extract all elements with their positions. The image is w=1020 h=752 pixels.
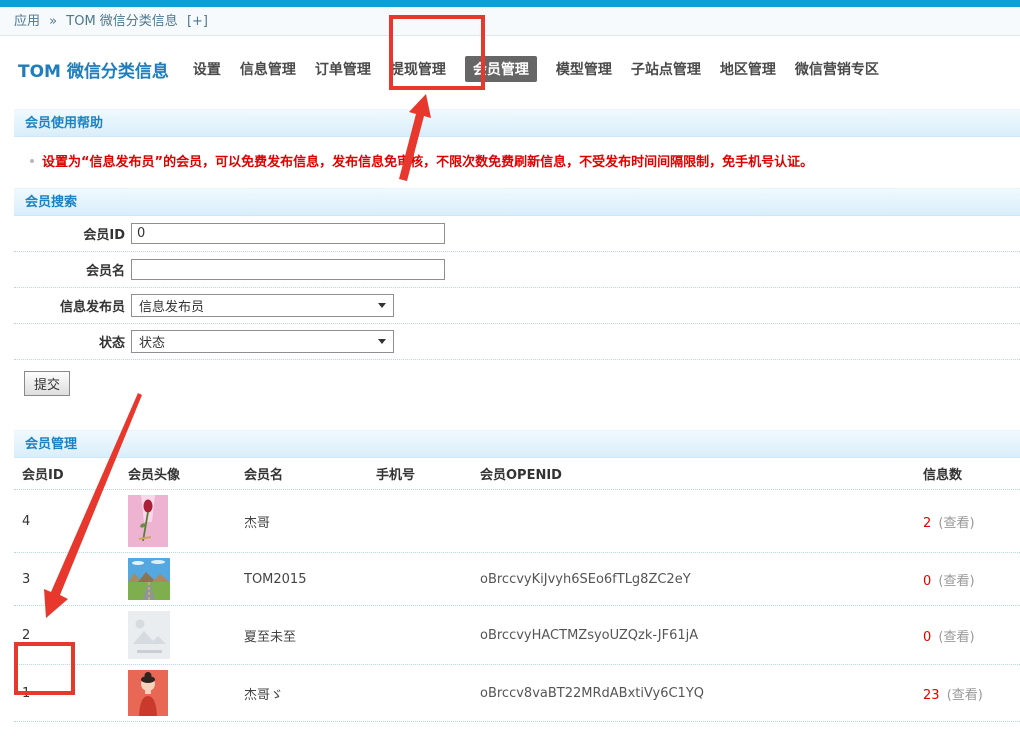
main-nav: TOM 微信分类信息 设置 信息管理 订单管理 提现管理 会员管理 模型管理 子… <box>0 36 1020 100</box>
info-count-link[interactable]: 2 <box>923 516 931 531</box>
status-label: 状态 <box>14 332 125 351</box>
tab-order-management[interactable]: 订单管理 <box>315 59 371 79</box>
col-openid: 会员OPENID <box>472 464 915 483</box>
openid-cell: oBrccvyHACTMZsyoUZQzk-JF61jA <box>472 628 915 643</box>
info-count-cell: 0 (查看) <box>915 570 1020 589</box>
table-row: 1 杰哥ゞ oBrccv8vaBT22MRdABxtiVy6C1YQ 23 (查… <box>14 665 1020 722</box>
tab-region-management[interactable]: 地区管理 <box>720 59 776 79</box>
avatar-road-landscape-image <box>128 558 170 600</box>
member-id-label: 会员ID <box>14 224 125 243</box>
app-title: TOM 微信分类信息 <box>18 57 169 82</box>
help-tip-text: 设置为“信息发布员”的会员，可以免费发布信息，发布信息免审核，不限次数免费刷新信… <box>42 151 813 170</box>
view-link[interactable]: (查看) <box>938 516 974 531</box>
publisher-select[interactable]: 信息发布员 <box>131 294 394 317</box>
avatar-rose-on-pink-image <box>128 495 168 547</box>
avatar-cartoon-red-image <box>128 670 168 716</box>
member-name-input[interactable] <box>131 259 445 280</box>
breadcrumb-separator: » <box>49 14 57 29</box>
help-body: 设置为“信息发布员”的会员，可以免费发布信息，发布信息免审核，不限次数免费刷新信… <box>14 137 1020 183</box>
avatar <box>120 553 236 605</box>
avatar <box>120 606 236 664</box>
member-management-section: 会员管理 会员ID 会员头像 会员名 手机号 会员OPENID 信息数 4 杰哥… <box>14 430 1020 722</box>
status-select-value: 状态 <box>139 332 165 351</box>
tab-model-management[interactable]: 模型管理 <box>556 59 612 79</box>
member-id-cell: 3 <box>14 572 120 587</box>
breadcrumb: 应用 » TOM 微信分类信息 [+] <box>0 7 1020 36</box>
member-name-cell: 夏至未至 <box>236 626 368 645</box>
view-link[interactable]: (查看) <box>947 688 983 703</box>
col-member-id: 会员ID <box>14 464 120 483</box>
tab-info-management[interactable]: 信息管理 <box>240 59 296 79</box>
table-row: 3 TOM2015 oBrccvyKiJvyh6SEo6fTLg8ZC2eY 0… <box>14 553 1020 606</box>
members-section-title: 会员管理 <box>14 430 1020 458</box>
breadcrumb-expand-link[interactable]: [+] <box>187 14 208 29</box>
top-accent-bar <box>0 0 1020 7</box>
col-member-name: 会员名 <box>236 464 368 483</box>
status-select[interactable]: 状态 <box>131 330 394 353</box>
breadcrumb-app-link[interactable]: 应用 <box>14 14 40 29</box>
member-name-cell: 杰哥ゞ <box>236 684 368 703</box>
member-id-cell: 4 <box>14 514 120 529</box>
info-count-cell: 0 (查看) <box>915 626 1020 645</box>
member-name-cell: 杰哥 <box>236 512 368 531</box>
info-count-cell: 23 (查看) <box>915 684 1020 703</box>
member-search-section: 会员搜索 会员ID 会员名 信息发布员 信息发布员 状态 状态 提交 <box>14 188 1020 409</box>
tab-withdraw-management[interactable]: 提现管理 <box>390 59 446 79</box>
member-id-cell: 1 <box>14 686 120 701</box>
tab-settings[interactable]: 设置 <box>193 59 221 79</box>
search-section-title: 会员搜索 <box>14 188 1020 216</box>
openid-cell: oBrccvyKiJvyh6SEo6fTLg8ZC2eY <box>472 572 915 587</box>
avatar-image-placeholder <box>128 611 170 659</box>
chevron-down-icon <box>378 303 386 308</box>
info-count-link[interactable]: 0 <box>923 630 931 645</box>
avatar <box>120 490 236 552</box>
member-help-section: 会员使用帮助 设置为“信息发布员”的会员，可以免费发布信息，发布信息免审核，不限… <box>14 109 1020 183</box>
member-table-header: 会员ID 会员头像 会员名 手机号 会员OPENID 信息数 <box>14 458 1020 490</box>
tab-subsite-management[interactable]: 子站点管理 <box>631 59 701 79</box>
view-link[interactable]: (查看) <box>938 630 974 645</box>
submit-row: 提交 <box>14 360 1020 409</box>
submit-button[interactable]: 提交 <box>24 371 70 396</box>
chevron-down-icon <box>378 339 386 344</box>
view-link[interactable]: (查看) <box>938 574 974 589</box>
bullet-icon <box>30 159 34 163</box>
publisher-label: 信息发布员 <box>14 296 125 315</box>
member-name-label: 会员名 <box>14 260 125 279</box>
avatar <box>120 665 236 721</box>
info-count-cell: 2 (查看) <box>915 512 1020 531</box>
member-id-input[interactable] <box>131 223 445 244</box>
col-info-count: 信息数 <box>915 464 1020 483</box>
col-avatar: 会员头像 <box>120 464 236 483</box>
help-section-title: 会员使用帮助 <box>14 109 1020 137</box>
breadcrumb-title: TOM 微信分类信息 <box>66 14 178 29</box>
member-id-cell: 2 <box>14 628 120 643</box>
openid-cell: oBrccv8vaBT22MRdABxtiVy6C1YQ <box>472 686 915 701</box>
tab-wechat-marketing[interactable]: 微信营销专区 <box>795 59 879 79</box>
table-row: 2 夏至未至 oBrccvyHACTMZsyoUZQzk-JF61jA 0 (查… <box>14 606 1020 665</box>
tab-member-management[interactable]: 会员管理 <box>465 56 537 82</box>
form-row-status: 状态 状态 <box>14 324 1020 360</box>
publisher-select-value: 信息发布员 <box>139 296 204 315</box>
info-count-link[interactable]: 0 <box>923 574 931 589</box>
form-row-member-name: 会员名 <box>14 252 1020 288</box>
member-name-cell: TOM2015 <box>236 572 368 587</box>
form-row-member-id: 会员ID <box>14 216 1020 252</box>
col-phone: 手机号 <box>368 464 472 483</box>
table-row: 4 杰哥 2 (查看) <box>14 490 1020 553</box>
form-row-publisher: 信息发布员 信息发布员 <box>14 288 1020 324</box>
info-count-link[interactable]: 23 <box>923 688 940 703</box>
